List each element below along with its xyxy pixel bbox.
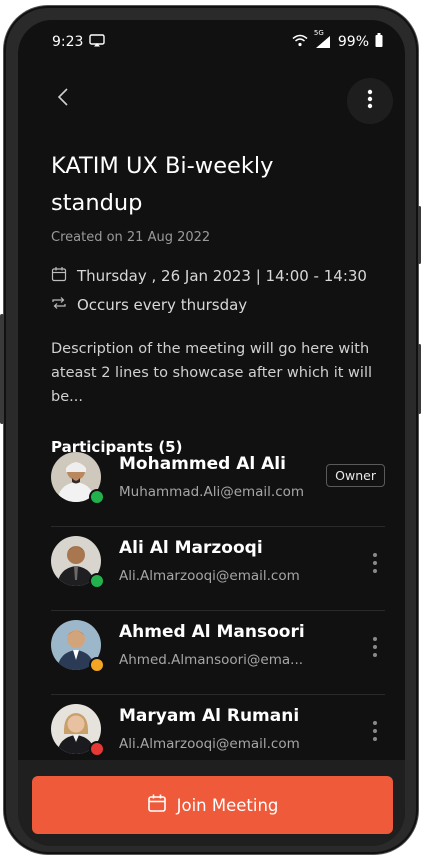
meeting-schedule: Thursday , 26 Jan 2023 | 14:00 - 14:30 bbox=[77, 267, 367, 285]
status-time: 9:23 bbox=[52, 34, 84, 50]
cast-icon bbox=[89, 33, 106, 51]
meeting-recurrence: Occurs every thursday bbox=[77, 296, 248, 314]
calendar-icon bbox=[147, 793, 167, 817]
created-date: Created on 21 Aug 2022 bbox=[51, 230, 211, 245]
schedule-row: Thursday , 26 Jan 2023 | 14:00 - 14:30 bbox=[51, 266, 385, 286]
battery-percent: 99% bbox=[337, 34, 369, 50]
presence-dot bbox=[89, 573, 105, 589]
app-screen: 9:23 5G 99% KATIM UX Bi-weekly standup C… bbox=[18, 20, 405, 846]
status-right: 5G 99% bbox=[292, 29, 383, 51]
side-button bbox=[418, 344, 421, 414]
recurrence-row: Occurs every thursday bbox=[51, 295, 385, 315]
presence-dot bbox=[89, 489, 105, 505]
calendar-icon bbox=[51, 266, 67, 286]
back-button[interactable] bbox=[48, 84, 78, 114]
status-bar: 9:23 5G 99% bbox=[18, 20, 405, 64]
meeting-details: KATIM UX Bi-weekly standup Created on 21… bbox=[51, 148, 385, 456]
side-button bbox=[0, 314, 4, 424]
top-nav bbox=[18, 76, 405, 124]
presence-dot bbox=[89, 657, 105, 673]
presence-dot bbox=[89, 741, 105, 757]
join-meeting-label: Join Meeting bbox=[176, 795, 279, 815]
wifi-icon bbox=[292, 34, 308, 51]
chevron-left-icon bbox=[57, 87, 69, 111]
participant-email: Ali.Almarzooqi@email.com bbox=[119, 568, 300, 584]
participant-menu-button[interactable] bbox=[365, 548, 385, 578]
participant-row[interactable]: Mohammed Al Ali Muhammad.Ali@email.com O… bbox=[51, 442, 385, 527]
participant-row[interactable]: Ali Al Marzooqi Ali.Almarzooqi@email.com bbox=[51, 526, 385, 611]
participant-name: Ali Al Marzooqi bbox=[119, 538, 263, 558]
side-button bbox=[418, 206, 421, 264]
bottom-action-bar: Join Meeting bbox=[18, 760, 405, 846]
meeting-title: KATIM UX Bi-weekly standup bbox=[51, 153, 274, 216]
participant-menu-button[interactable] bbox=[365, 632, 385, 662]
signal-label: 5G bbox=[313, 29, 324, 37]
participant-name: Maryam Al Rumani bbox=[119, 706, 300, 726]
signal-icon: 5G bbox=[314, 29, 332, 49]
participant-name: Ahmed Al Mansoori bbox=[119, 622, 305, 642]
participant-email: Ahmed.Almansoori@ema... bbox=[119, 652, 304, 668]
more-options-button[interactable] bbox=[347, 78, 393, 124]
participant-row[interactable]: Ahmed Al Mansoori Ahmed.Almansoori@ema..… bbox=[51, 610, 385, 695]
participant-email: Muhammad.Ali@email.com bbox=[119, 484, 305, 500]
meeting-description: Description of the meeting will go here … bbox=[51, 341, 373, 405]
participant-menu-button[interactable] bbox=[365, 716, 385, 746]
participant-email: Ali.Almarzooqi@email.com bbox=[119, 736, 300, 752]
owner-badge: Owner bbox=[326, 464, 385, 487]
participant-name: Mohammed Al Ali bbox=[119, 454, 286, 474]
status-left: 9:23 bbox=[52, 33, 106, 51]
phone-frame: 9:23 5G 99% KATIM UX Bi-weekly standup C… bbox=[0, 6, 421, 854]
join-meeting-button[interactable]: Join Meeting bbox=[32, 776, 393, 834]
battery-icon bbox=[375, 33, 383, 51]
repeat-icon bbox=[51, 295, 67, 315]
kebab-menu-icon bbox=[367, 89, 373, 113]
